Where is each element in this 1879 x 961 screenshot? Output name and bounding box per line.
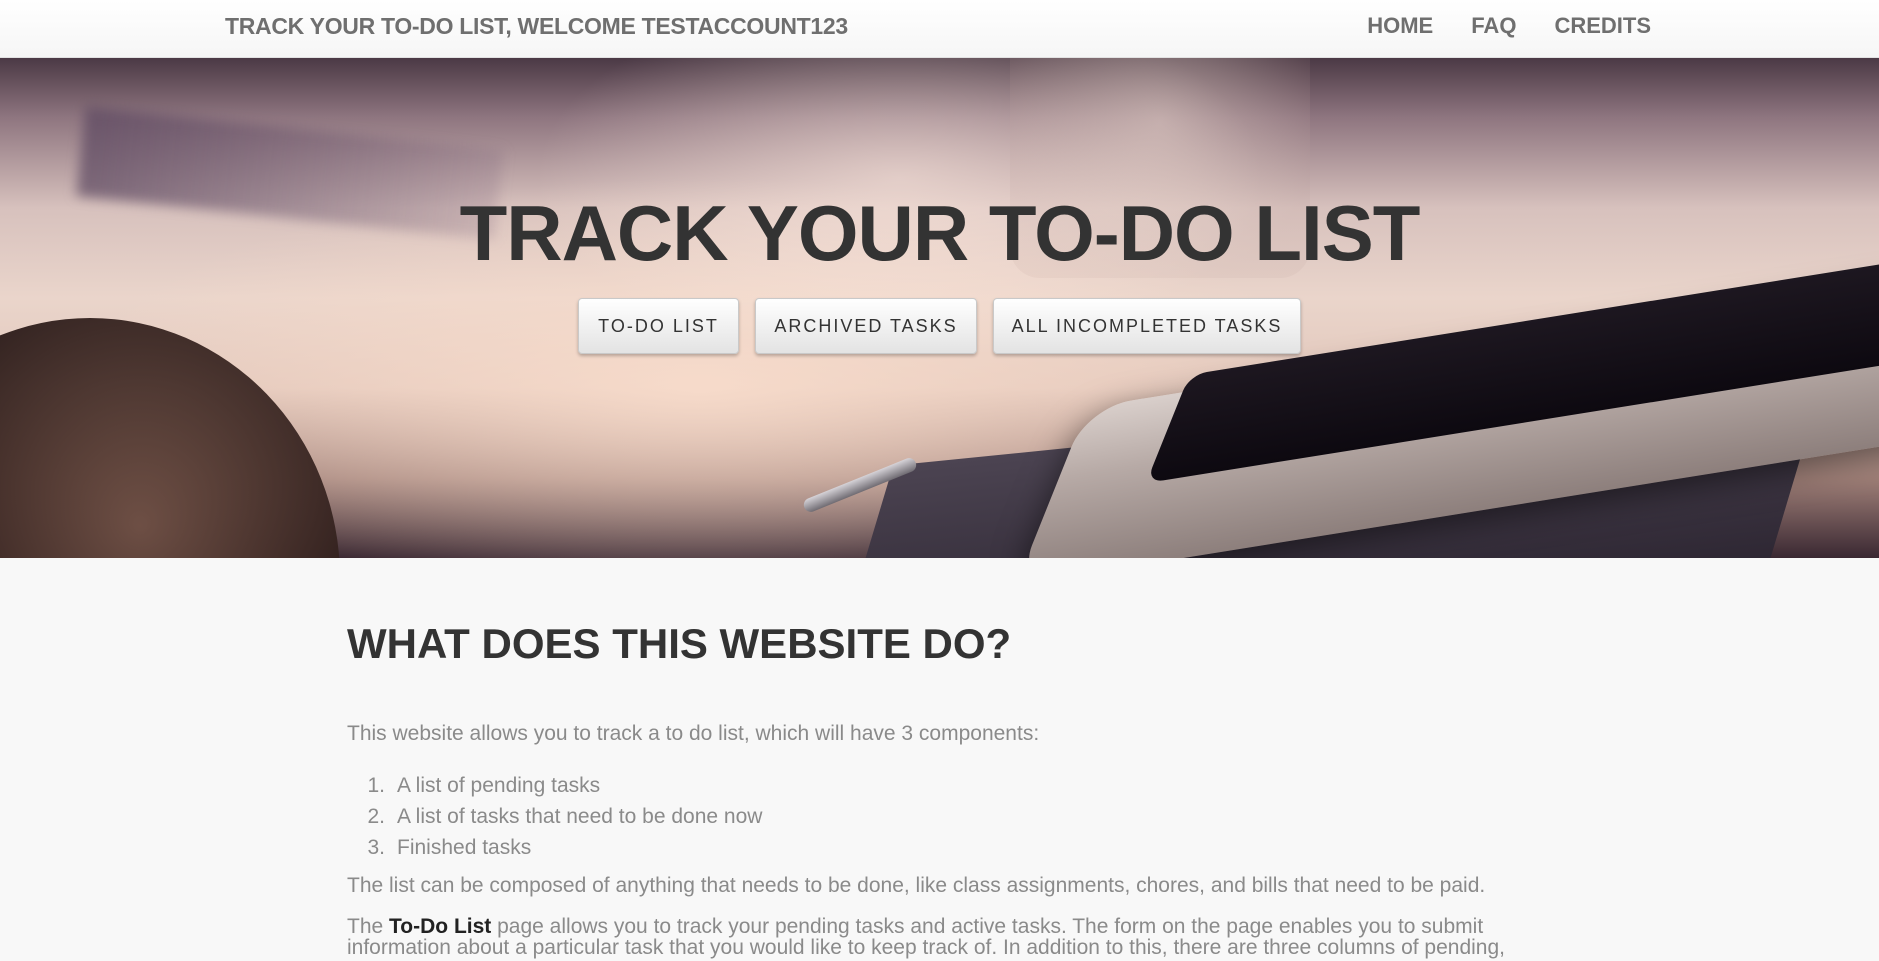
todo-paragraph-line2: information about a particular task that… [347,936,1505,959]
components-list: 1. A list of pending tasks 2. A list of ta… [347,770,762,863]
list-item: 2. A list of tasks that need to be done n… [347,801,762,832]
nav-home-link[interactable]: HOME [1367,13,1433,39]
list-item-text: A list of tasks that need to be done now [397,805,763,828]
todo-list-button[interactable]: TO-DO LIST [578,298,739,354]
list-item-text: A list of pending tasks [397,774,601,797]
all-incompleted-tasks-button[interactable]: ALL INCOMPLETED TASKS [993,298,1301,354]
todo-list-inline-link[interactable]: To-Do List [389,915,491,938]
nav-faq-link[interactable]: FAQ [1471,13,1516,39]
hero-banner: TRACK YOUR TO-DO LIST TO-DO LIST ARCHIVE… [0,58,1879,558]
compose-paragraph: The list can be composed of anything tha… [347,874,1486,897]
list-item: 3. Finished tasks [347,832,762,863]
section-heading: WHAT DOES THIS WEBSITE DO? [347,620,1012,667]
hero-buttons: TO-DO LIST ARCHIVED TASKS ALL INCOMPLETE… [0,298,1879,354]
list-item-number: 3. [367,836,385,859]
list-item: 1. A list of pending tasks [347,770,762,801]
todo-paragraph-prefix: The [347,915,390,938]
list-item-number: 2. [367,805,385,828]
todo-paragraph: The To-Do List page allows you to track … [347,916,1505,958]
hero-background-cup [0,318,340,558]
brand-title[interactable]: TRACK YOUR TO-DO LIST, WELCOME TESTACCOU… [225,13,848,40]
todo-paragraph-line1: page allows you to track your pending ta… [491,915,1484,938]
list-item-text: Finished tasks [397,836,532,859]
hero-title: TRACK YOUR TO-DO LIST [459,189,1421,277]
archived-tasks-button[interactable]: ARCHIVED TASKS [755,298,977,354]
navbar: TRACK YOUR TO-DO LIST, WELCOME TESTACCOU… [0,0,1879,58]
intro-paragraph: This website allows you to track a to do… [347,722,1040,745]
nav-credits-link[interactable]: CREDITS [1554,13,1651,39]
nav-links: HOME FAQ CREDITS [1367,13,1651,39]
about-section: WHAT DOES THIS WEBSITE DO? This website … [347,620,1527,958]
list-item-number: 1. [367,774,385,797]
